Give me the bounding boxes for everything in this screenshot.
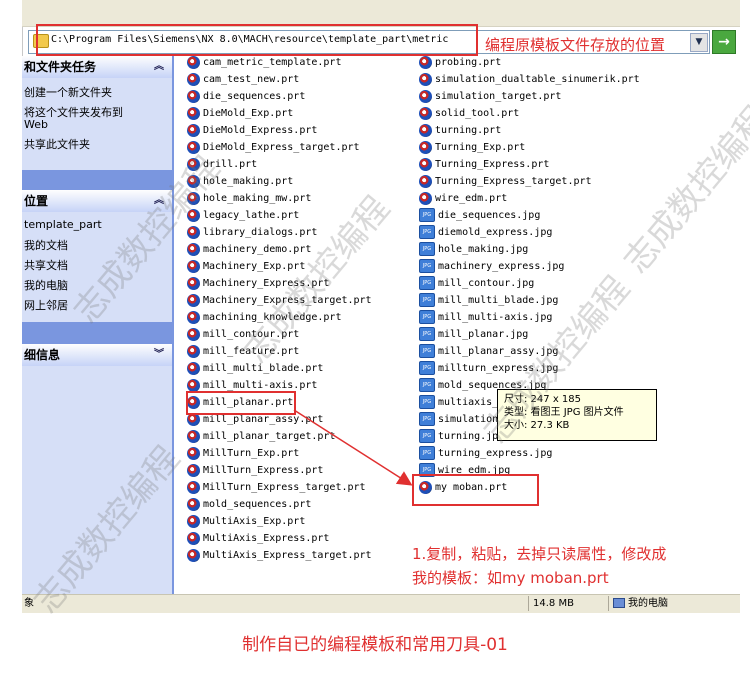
status-total-size: 14.8 MB: [528, 596, 609, 611]
computer-icon: [613, 598, 625, 608]
address-annotation: 编程原模板文件存放的位置: [485, 36, 666, 54]
status-zone-label: 我的电脑: [628, 598, 668, 609]
status-bar: 象 14.8 MB 我的电脑: [22, 594, 740, 613]
status-text: 象: [24, 598, 34, 609]
step-annotation-line-2: 我的模板：如my moban.prt: [412, 569, 609, 587]
status-zone: 我的电脑: [608, 596, 741, 611]
caption: 制作自已的编程模板和常用刀具-01: [242, 635, 508, 655]
step-annotation-line-1: 1.复制，粘贴，去掉只读属性，修改成: [412, 545, 667, 563]
step-annotation: 1.复制，粘贴，去掉只读属性，修改成 我的模板：如my moban.prt: [412, 542, 742, 590]
